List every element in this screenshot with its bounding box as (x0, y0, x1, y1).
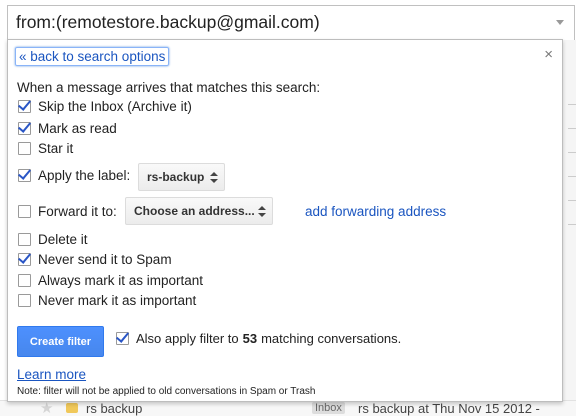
always-important-label: Always mark it as important (38, 272, 204, 288)
inbox-row[interactable]: ★ rs backup Inbox rs backup at Thu Nov 1… (0, 400, 576, 417)
also-apply-checkbox[interactable] (116, 332, 129, 345)
folder-icon (66, 403, 78, 413)
add-forwarding-address-link[interactable]: add forwarding address (305, 204, 446, 219)
row-subject: rs backup at Thu Nov 15 2012 - (358, 401, 540, 416)
apply-label-checkbox[interactable] (18, 168, 31, 182)
apply-label-label: Apply the label: (38, 167, 131, 183)
forward-address-select[interactable]: Choose an address... (125, 197, 273, 225)
inbox-divider (568, 176, 576, 177)
also-apply-prefix: Also apply filter to (136, 331, 239, 346)
filter-note: Note: filter will not be applied to old … (17, 386, 316, 397)
option-forward[interactable]: Forward it to: (18, 202, 117, 220)
skip-inbox-label: Skip the Inbox (Archive it) (38, 98, 192, 114)
select-arrows-icon (210, 172, 218, 184)
inbox-divider (568, 224, 576, 225)
never-important-checkbox[interactable] (18, 293, 31, 307)
option-apply-label[interactable]: Apply the label: (18, 166, 130, 184)
forward-label: Forward it to: (38, 203, 117, 219)
filter-panel: « back to search options × When a messag… (7, 39, 563, 402)
option-star[interactable]: Star it (18, 139, 73, 157)
mark-read-checkbox[interactable] (18, 121, 31, 135)
delete-label: Delete it (38, 231, 88, 247)
chevron-down-icon[interactable] (556, 20, 564, 25)
inbox-badge: Inbox (312, 402, 345, 414)
option-skip-inbox[interactable]: Skip the Inbox (Archive it) (18, 97, 192, 115)
also-apply-suffix: matching conversations. (261, 331, 402, 346)
option-always-important[interactable]: Always mark it as important (18, 271, 203, 289)
select-arrows-icon (258, 206, 266, 218)
delete-checkbox[interactable] (18, 232, 31, 246)
matching-count: 53 (242, 331, 258, 346)
label-select[interactable]: rs-backup (138, 163, 225, 191)
learn-more-link[interactable]: Learn more (17, 367, 86, 382)
back-to-search-options-link[interactable]: « back to search options (15, 47, 170, 66)
always-important-checkbox[interactable] (18, 273, 31, 287)
option-mark-read[interactable]: Mark as read (18, 119, 117, 137)
never-spam-checkbox[interactable] (18, 252, 31, 266)
forward-checkbox[interactable] (18, 204, 31, 218)
create-filter-button[interactable]: Create filter (17, 326, 104, 357)
forward-select-value: Choose an address... (134, 204, 255, 218)
never-important-label: Never mark it as important (38, 292, 197, 308)
label-select-value: rs-backup (147, 170, 205, 184)
search-input[interactable]: from:(remotestore.backup@gmail.com) (16, 12, 320, 33)
never-spam-label: Never send it to Spam (38, 251, 172, 267)
option-never-spam[interactable]: Never send it to Spam (18, 250, 172, 268)
inbox-divider (568, 152, 576, 153)
skip-inbox-checkbox[interactable] (18, 99, 31, 113)
option-never-important[interactable]: Never mark it as important (18, 291, 196, 309)
row-sender: rs backup (86, 401, 143, 416)
search-bar[interactable]: from:(remotestore.backup@gmail.com) (7, 5, 575, 40)
star-label: Star it (38, 140, 74, 156)
inbox-divider (568, 200, 576, 201)
inbox-divider (568, 128, 576, 129)
inbox-divider (568, 104, 576, 105)
mark-read-label: Mark as read (38, 120, 117, 136)
star-checkbox[interactable] (18, 141, 31, 155)
filter-intro-text: When a message arrives that matches this… (17, 80, 321, 95)
close-icon[interactable]: × (544, 46, 553, 63)
option-delete[interactable]: Delete it (18, 230, 88, 248)
also-apply-option[interactable]: Also apply filter to 53 matching convers… (116, 331, 401, 346)
